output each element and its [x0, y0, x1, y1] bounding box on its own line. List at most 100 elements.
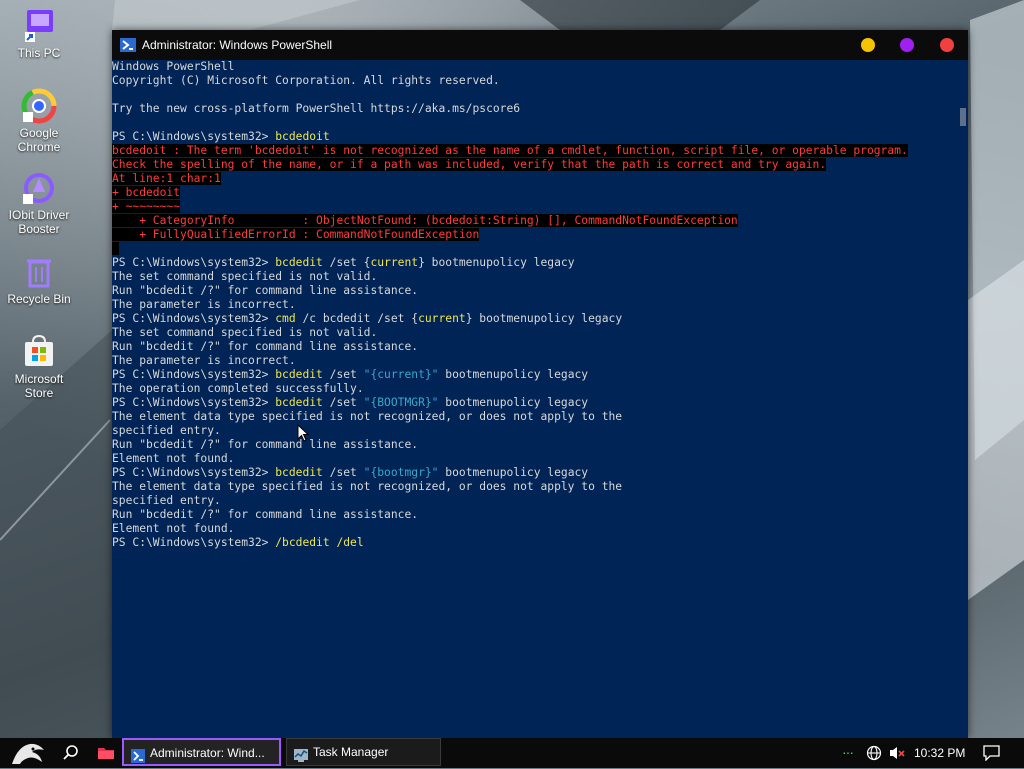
command-string-arg: "{BOOTMGR}"	[363, 396, 439, 409]
prompt: PS C:\Windows\system32>	[112, 466, 276, 479]
powershell-window[interactable]: Administrator: Windows PowerShell Window…	[112, 30, 968, 738]
console-line: The set command specified is not valid.	[112, 270, 378, 283]
command-args: /set	[322, 368, 364, 381]
error-line: + FullyQualifiedErrorId : CommandNotFoun…	[112, 228, 956, 242]
prompt-line[interactable]: PS C:\Windows\system32> /bcdedit /del	[112, 536, 956, 550]
error-text: + ~~~~~~~~	[112, 200, 181, 213]
prompt-line: PS C:\Windows\system32> bcdedit /set "{B…	[112, 396, 956, 410]
console-line: specified entry.	[112, 424, 221, 437]
command-args: /c bcdedit /set {	[295, 312, 419, 325]
console-line: Copyright (C) Microsoft Corporation. All…	[112, 74, 500, 87]
desktop-icon-chrome[interactable]: Google Chrome	[4, 88, 74, 154]
error-line: Check the spelling of the name, or if a …	[112, 158, 956, 172]
error-text: At line:1 char:1	[112, 172, 221, 185]
desktop-icon-driver-booster[interactable]: IObit Driver Booster	[4, 170, 74, 236]
taskbar-button-powershell[interactable]: Administrator: Wind...	[122, 738, 281, 766]
prompt: PS C:\Windows\system32>	[112, 396, 276, 409]
desktop-icon-label: Microsoft Store	[14, 372, 64, 400]
microsoft-store-icon	[21, 334, 57, 370]
current-input[interactable]: /bcdedit /del	[275, 536, 363, 549]
search-icon[interactable]	[62, 744, 80, 762]
close-button[interactable]	[940, 38, 954, 52]
prompt-line: PS C:\Windows\system32> bcdedoit	[112, 130, 956, 144]
error-text: + FullyQualifiedErrorId : CommandNotFoun…	[112, 228, 480, 241]
prompt: PS C:\Windows\system32>	[112, 312, 276, 325]
console-line: Run "bcdedit /?" for command line assist…	[112, 508, 419, 521]
command-name: bcdedit	[275, 396, 323, 409]
folder-icon[interactable]	[97, 745, 115, 761]
command-name: bcdedit	[275, 368, 323, 381]
error-text	[112, 242, 119, 255]
taskbar: Administrator: Wind... Task Manager ··· …	[0, 738, 1024, 768]
volume-muted-icon[interactable]	[889, 745, 907, 761]
error-line: + ~~~~~~~~	[112, 200, 956, 214]
recycle-bin-icon	[21, 254, 57, 290]
tray-overflow-icon[interactable]: ···	[842, 744, 854, 760]
console-line: Element not found.	[112, 452, 235, 465]
command-name: bcdedit	[275, 466, 323, 479]
error-line: bcdedoit : The term 'bcdedoit' is not re…	[112, 144, 956, 158]
console-output[interactable]: Windows PowerShell Copyright (C) Microso…	[112, 60, 956, 738]
taskbar-button-task-manager[interactable]: Task Manager	[286, 738, 441, 766]
desktop-icon-label: IObit Driver Booster	[8, 208, 70, 236]
notifications-icon[interactable]	[983, 745, 1000, 762]
prompt: PS C:\Windows\system32>	[112, 368, 276, 381]
scrollbar-thumb[interactable]	[960, 108, 966, 126]
error-line: At line:1 char:1	[112, 172, 956, 186]
command-args: bootmenupolicy legacy	[438, 368, 589, 381]
this-pc-icon	[21, 8, 57, 44]
command-args: bootmenupolicy legacy	[438, 466, 589, 479]
desktop-icon-recycle-bin[interactable]: Recycle Bin	[4, 254, 74, 306]
chrome-icon	[21, 88, 57, 124]
desktop-icon-label: This PC	[17, 46, 61, 60]
console-line: Run "bcdedit /?" for command line assist…	[112, 438, 419, 451]
command-args: /set {	[322, 256, 371, 269]
desktop-icon-label: Google Chrome	[17, 126, 61, 154]
console-scrollbar[interactable]	[956, 60, 968, 738]
window-titlebar[interactable]: Administrator: Windows PowerShell	[112, 30, 968, 60]
error-text: + CategoryInfo : ObjectNotFound: (bcdedo…	[112, 214, 738, 227]
console-line: Windows PowerShell	[112, 60, 235, 73]
command-name: cmd	[275, 312, 296, 325]
prompt-line: PS C:\Windows\system32> bcdedit /set "{b…	[112, 466, 956, 480]
command-name: bcdedoit	[275, 130, 330, 143]
prompt-line: PS C:\Windows\system32> cmd /c bcdedit /…	[112, 312, 956, 326]
network-globe-icon[interactable]	[866, 745, 882, 761]
maximize-button[interactable]	[900, 38, 914, 52]
prompt-line: PS C:\Windows\system32> bcdedit /set {cu…	[112, 256, 956, 270]
clock[interactable]: 10:32 PM	[914, 746, 965, 760]
error-text: + bcdedoit	[112, 186, 181, 199]
command-string-arg: "{bootmgr}"	[363, 466, 439, 479]
console-line: Element not found.	[112, 522, 235, 535]
console-line: The operation completed successfully.	[112, 382, 364, 395]
error-line	[112, 242, 956, 256]
console-line: The element data type specified is not r…	[112, 410, 623, 423]
command-arg-highlight: current	[418, 312, 466, 325]
console-line: Try the new cross-platform PowerShell ht…	[112, 102, 521, 115]
command-args: /set	[322, 396, 364, 409]
console-line: The element data type specified is not r…	[112, 480, 623, 493]
powershell-icon	[131, 746, 145, 763]
console-line: Run "bcdedit /?" for command line assist…	[112, 340, 419, 353]
desktop-icon-microsoft-store[interactable]: Microsoft Store	[4, 334, 74, 400]
desktop-icon-label: Recycle Bin	[7, 292, 71, 306]
error-text: bcdedoit : The term 'bcdedoit' is not re…	[112, 144, 908, 157]
powershell-icon	[120, 38, 136, 52]
desktop-icon-this-pc[interactable]: This PC	[4, 8, 74, 60]
console-line: Run "bcdedit /?" for command line assist…	[112, 284, 419, 297]
mouse-cursor-icon	[297, 424, 309, 442]
task-manager-icon	[294, 745, 308, 762]
dragon-logo-icon[interactable]	[8, 740, 48, 766]
command-name: bcdedit	[275, 256, 323, 269]
command-args: } bootmenupolicy legacy	[418, 256, 575, 269]
taskbar-button-label: Administrator: Wind...	[150, 746, 265, 760]
command-args: /set	[322, 466, 364, 479]
console-line: specified entry.	[112, 494, 221, 507]
command-args: bootmenupolicy legacy	[438, 396, 589, 409]
minimize-button[interactable]	[861, 38, 875, 52]
error-text: Check the spelling of the name, or if a …	[112, 158, 827, 171]
driver-booster-icon	[21, 170, 57, 206]
command-string-arg: "{current}"	[363, 368, 439, 381]
console-line: The parameter is incorrect.	[112, 354, 296, 367]
